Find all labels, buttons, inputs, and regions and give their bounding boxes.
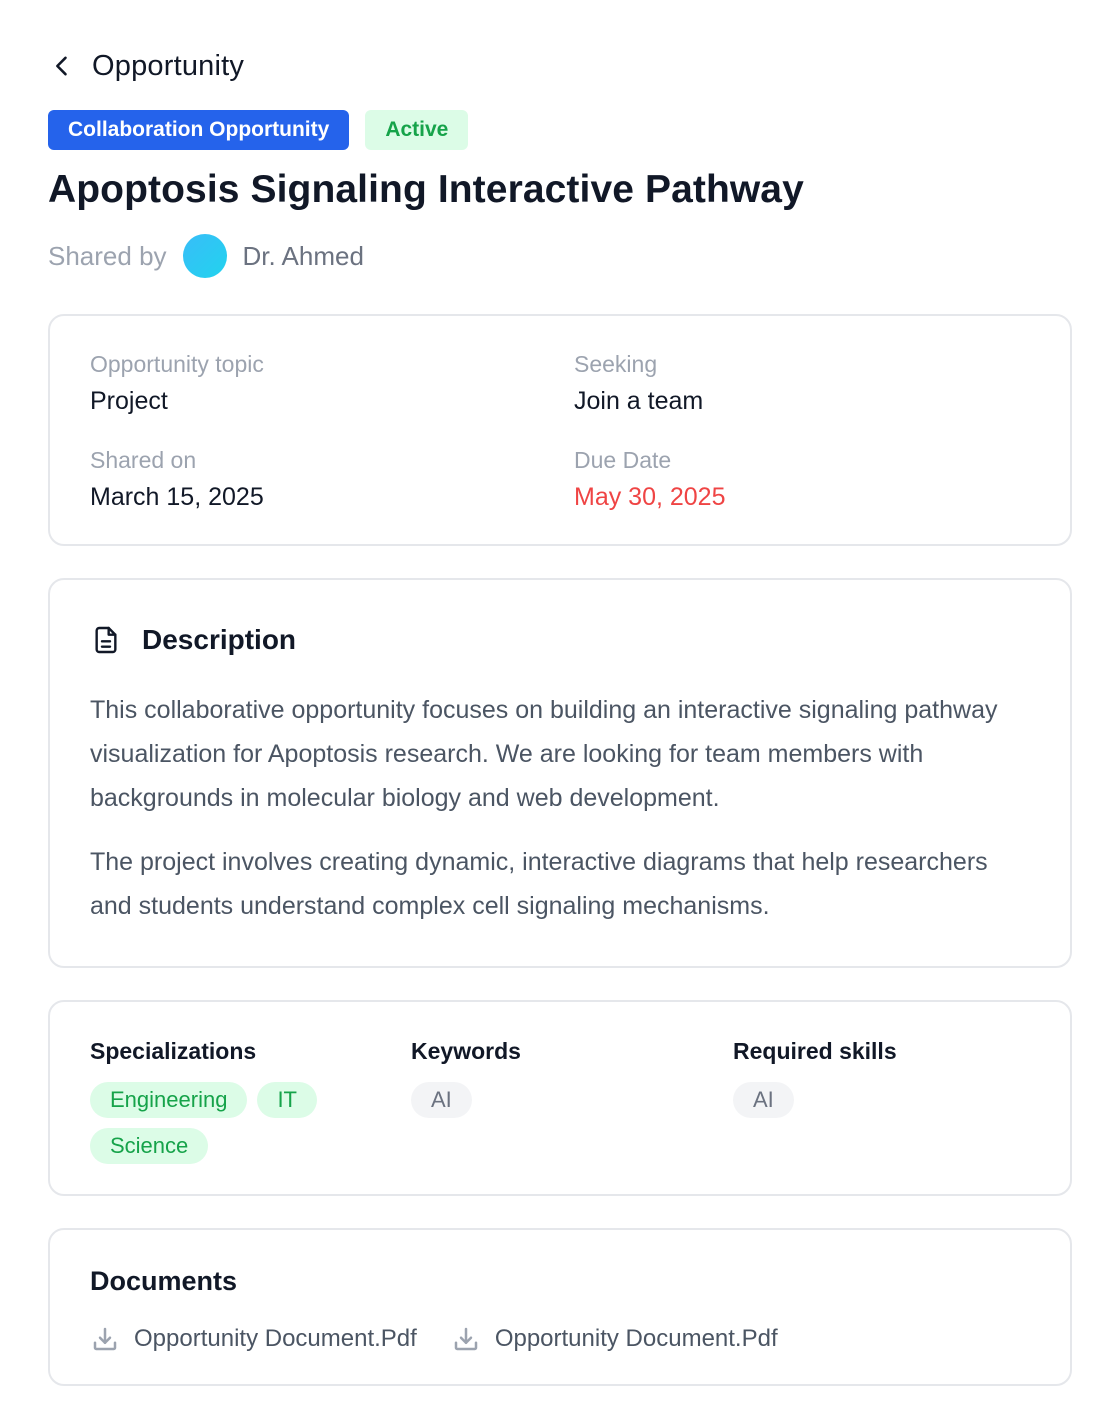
info-card: Opportunity topic Project Seeking Join a…	[48, 314, 1072, 546]
shared-on-value: March 15, 2025	[90, 483, 264, 511]
shared-on-field: Shared on March 15, 2025	[90, 446, 264, 512]
document-name[interactable]: Opportunity Document.Pdf	[495, 1325, 778, 1353]
status-badge: Active	[365, 110, 469, 150]
avatar[interactable]	[182, 234, 227, 278]
shared-on-label: Shared on	[90, 447, 197, 473]
page-title: Apoptosis Signaling Interactive Pathway	[48, 168, 804, 211]
topic-field: Opportunity topic Project	[90, 350, 264, 416]
seeking-field: Seeking Join a team	[574, 350, 703, 416]
tag-skill: AI	[733, 1082, 794, 1118]
description-card: Description This collaborative opportuni…	[48, 578, 1072, 968]
description-body: This collaborative opportunity focuses o…	[90, 688, 1030, 928]
due-date-label: Due Date	[574, 447, 672, 473]
due-date-value: May 30, 2025	[574, 483, 726, 511]
skills-section: Required skills AI	[733, 1036, 1013, 1118]
download-icon	[454, 1327, 478, 1351]
shared-by-row: Shared by Dr. Ahmed	[48, 234, 364, 278]
tag-keyword: AI	[411, 1082, 472, 1118]
specializations-list: Engineering IT Science	[90, 1082, 370, 1164]
keywords-title: Keywords	[411, 1038, 521, 1064]
document-name[interactable]: Opportunity Document.Pdf	[134, 1325, 417, 1353]
download-icon	[93, 1327, 117, 1351]
seeking-value: Join a team	[574, 387, 704, 415]
tags-card: Specializations Engineering IT Science K…	[48, 1000, 1072, 1196]
specializations-title: Specializations	[90, 1038, 257, 1064]
shared-by-label: Shared by	[48, 240, 167, 271]
type-badge: Collaboration Opportunity	[48, 110, 350, 150]
back-button[interactable]	[48, 46, 80, 86]
document-link[interactable]: Opportunity Document.Pdf	[451, 1322, 778, 1356]
header-title: Opportunity	[92, 49, 245, 82]
description-paragraph: The project involves creating dynamic, i…	[90, 848, 988, 920]
tag-it: IT	[257, 1082, 317, 1118]
documents-list: Opportunity Document.Pdf Opportunity Doc…	[90, 1322, 778, 1356]
tag-science: Science	[90, 1128, 209, 1164]
seeking-label: Seeking	[574, 351, 658, 377]
documents-card: Documents Opportunity Document.Pdf Oppor…	[48, 1228, 1072, 1386]
specializations-section: Specializations Engineering IT Science	[90, 1036, 370, 1164]
description-header: Description	[90, 620, 296, 660]
due-date-field: Due Date May 30, 2025	[574, 446, 726, 512]
tag-engineering: Engineering	[90, 1082, 248, 1118]
document-link[interactable]: Opportunity Document.Pdf	[90, 1322, 417, 1356]
topic-label: Opportunity topic	[90, 351, 264, 377]
page-header: Opportunity	[48, 46, 244, 86]
skills-title: Required skills	[733, 1038, 897, 1064]
document-icon	[95, 626, 117, 654]
description-title: Description	[142, 624, 297, 655]
description-paragraph: This collaborative opportunity focuses o…	[90, 696, 998, 812]
topic-value: Project	[90, 387, 168, 415]
keywords-list: AI	[411, 1082, 691, 1118]
skills-list: AI	[733, 1082, 1013, 1118]
chevron-left-icon	[56, 56, 67, 76]
author-name[interactable]: Dr. Ahmed	[243, 241, 364, 272]
documents-title: Documents	[90, 1266, 238, 1296]
badge-row: Collaboration Opportunity Active	[48, 110, 469, 150]
keywords-section: Keywords AI	[411, 1036, 691, 1118]
